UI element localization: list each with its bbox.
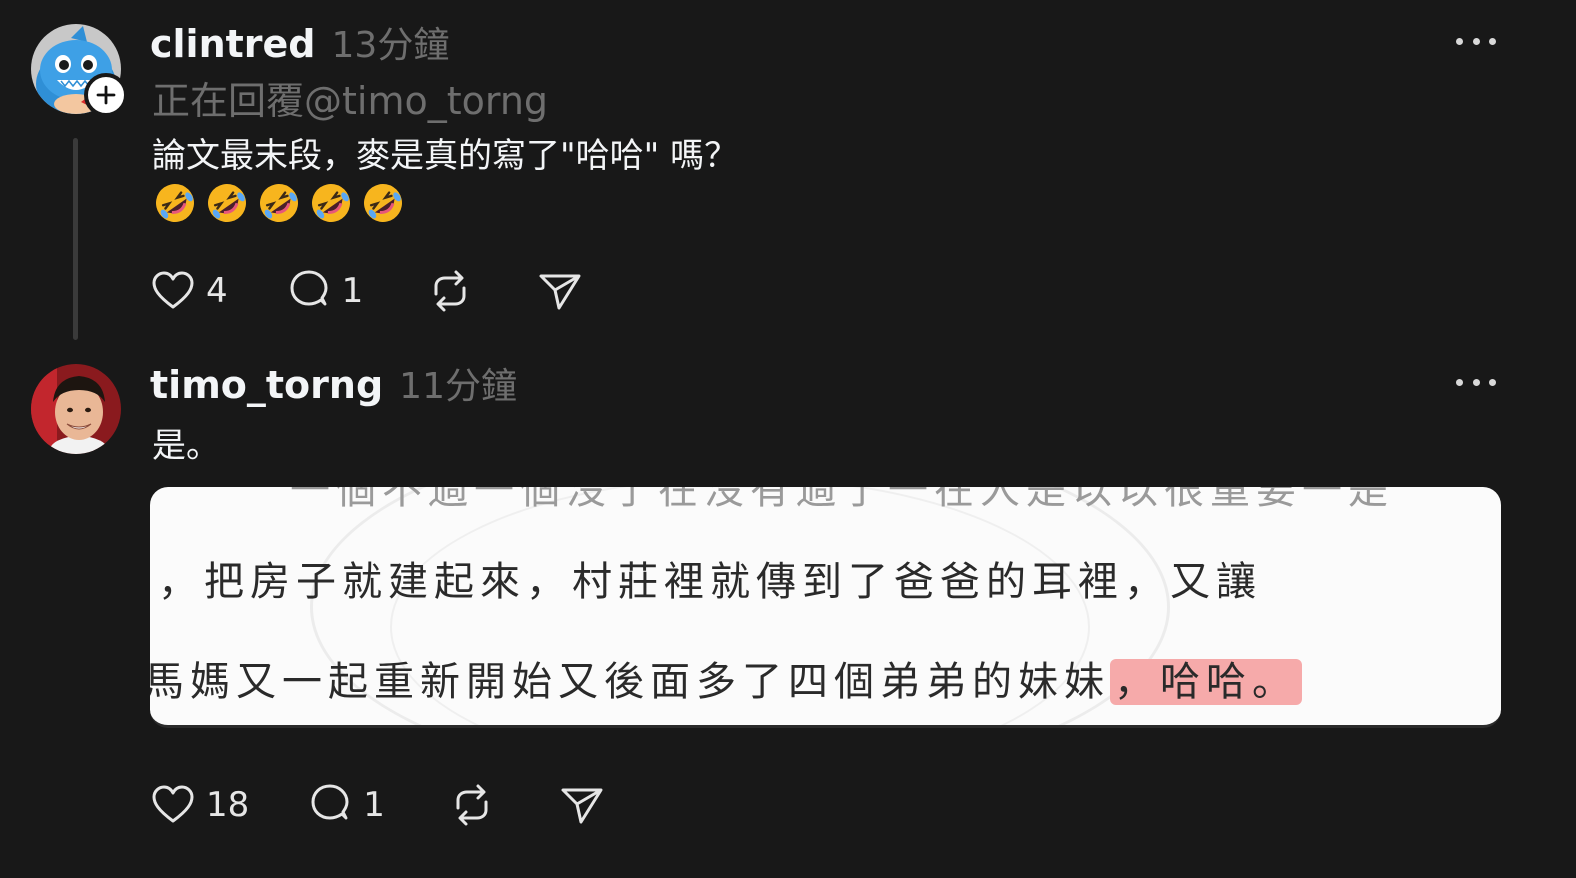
post-time[interactable]: 13分鐘: [332, 16, 450, 68]
rolling-laughing-emoji-icon: [364, 184, 402, 222]
avatar-timo-torng[interactable]: [31, 364, 121, 454]
comment-icon: [290, 270, 328, 306]
post-actions: 4 1: [150, 268, 583, 314]
more-options-button[interactable]: [1456, 376, 1496, 388]
like-button[interactable]: 4: [150, 268, 228, 314]
comment-button[interactable]: 1: [286, 268, 364, 314]
share-icon: [539, 274, 581, 310]
heart-icon: [152, 785, 194, 823]
username[interactable]: timo_torng: [150, 363, 383, 407]
more-icon: [1456, 378, 1463, 386]
post-actions: 18 1: [150, 782, 605, 828]
emoji-row: [154, 182, 404, 224]
plus-icon: [96, 85, 116, 105]
post-header: clintred 13分鐘: [150, 16, 449, 68]
rolling-laughing-emoji-icon: [208, 184, 246, 222]
follow-button[interactable]: [84, 73, 128, 117]
share-button[interactable]: [537, 268, 583, 314]
comment-button[interactable]: 1: [307, 782, 385, 828]
thread-connector-line: [73, 138, 78, 340]
more-icon: [1456, 37, 1463, 45]
username[interactable]: clintred: [150, 22, 316, 66]
attached-image[interactable]: 一個不過一個沒了在沒有過了一在人是以以很重要一是 ，把房子就建起來，村莊裡就傳到…: [150, 487, 1501, 728]
post-text: 是。: [152, 426, 220, 466]
like-button[interactable]: 18: [150, 782, 249, 828]
repost-icon: [456, 784, 488, 826]
scanned-text-line: ，把房子就建起來，村莊裡就傳到了爸爸的耳裡，又讓: [158, 559, 1262, 605]
post-header: timo_torng 11分鐘: [150, 357, 517, 409]
rolling-laughing-emoji-icon: [156, 184, 194, 222]
repost-button[interactable]: [449, 782, 495, 828]
heart-icon: [152, 271, 194, 309]
profile-photo-image: [31, 364, 121, 454]
share-icon: [561, 788, 603, 824]
scanned-text-line-cut: 一個不過一個沒了在沒有過了一在人是以以很重要一是: [290, 487, 1394, 513]
reply-to-label[interactable]: 正在回覆@timo_torng: [152, 70, 548, 125]
rolling-laughing-emoji-icon: [260, 184, 298, 222]
comment-count: 1: [363, 785, 385, 825]
share-button[interactable]: [559, 782, 605, 828]
like-count: 4: [206, 271, 228, 311]
repost-button[interactable]: [427, 268, 473, 314]
thread-view: clintred 13分鐘 正在回覆@timo_torng 論文最末段，麥是真的…: [0, 0, 1576, 878]
comment-count: 1: [341, 271, 364, 311]
post-text: 論文最末段，麥是真的寫了"哈哈" 嗎？: [152, 136, 739, 176]
scanned-text-line: 馬媽又一起重新開始又後面多了四個弟弟的妹妹 ，哈哈。: [150, 649, 1302, 707]
highlighted-text: ，哈哈。: [1110, 659, 1302, 705]
comment-icon: [311, 784, 349, 820]
like-count: 18: [206, 785, 250, 825]
post-time[interactable]: 11分鐘: [399, 357, 517, 409]
rolling-laughing-emoji-icon: [312, 184, 350, 222]
more-options-button[interactable]: [1456, 35, 1496, 47]
scanned-text-prefix: 馬媽又一起重新開始又後面多了四個弟弟的妹妹: [150, 659, 1110, 705]
repost-icon: [434, 270, 466, 312]
